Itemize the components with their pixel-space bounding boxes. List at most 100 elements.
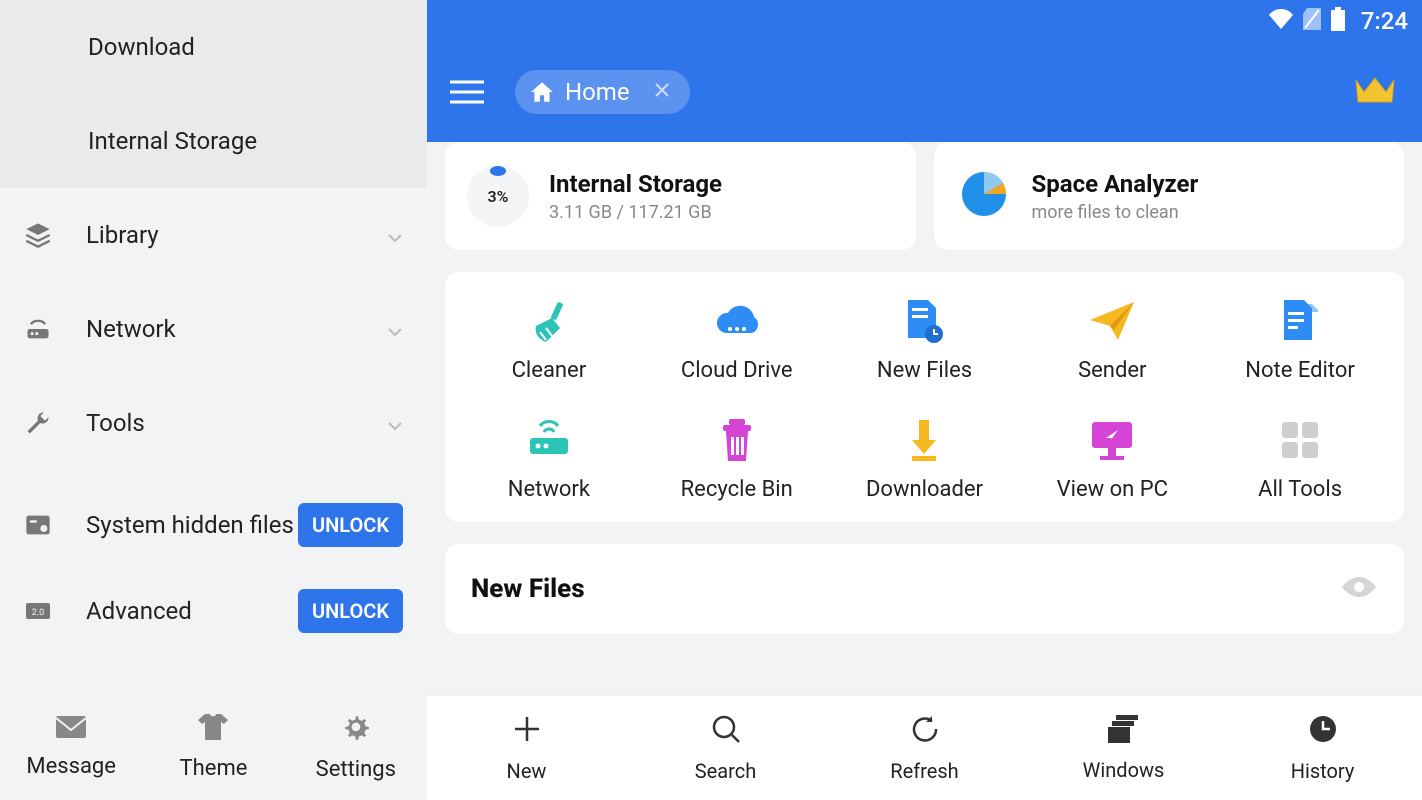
label: Search <box>695 759 756 783</box>
router-icon <box>524 417 574 463</box>
sidebar-item-internal-storage[interactable]: Internal Storage <box>0 94 427 188</box>
sidebar: Download Internal Storage Library Networ… <box>0 0 427 695</box>
sidebar-item-download[interactable]: Download <box>0 0 427 94</box>
tool-note-editor[interactable]: Note Editor <box>1206 298 1394 383</box>
sidebar-item-label: Tools <box>86 409 145 437</box>
unlock-button[interactable]: UNLOCK <box>298 589 403 633</box>
tool-label: All Tools <box>1258 477 1342 502</box>
pie-chart-icon <box>956 166 1012 226</box>
tool-label: View on PC <box>1057 477 1168 502</box>
sidebar-item-label: Network <box>86 315 176 343</box>
tool-label: New Files <box>877 358 972 383</box>
sidebar-item-library[interactable]: Library <box>0 188 427 282</box>
clock-icon <box>1308 714 1338 749</box>
premium-crown-icon[interactable] <box>1354 74 1396 110</box>
paper-plane-icon <box>1088 298 1136 344</box>
message-button[interactable]: Message <box>0 695 142 800</box>
sidebar-item-label: Download <box>88 33 195 61</box>
gear-icon <box>342 713 370 747</box>
tool-view-on-pc[interactable]: View on PC <box>1018 417 1206 502</box>
tool-cloud-drive[interactable]: Cloud Drive <box>643 298 831 383</box>
clock-text: 7:24 <box>1361 7 1408 35</box>
settings-button[interactable]: Settings <box>285 695 427 800</box>
tool-label: Downloader <box>866 477 983 502</box>
windows-button[interactable]: Windows <box>1024 696 1223 800</box>
label: New <box>507 759 547 783</box>
card-subtitle: more files to clean <box>1032 202 1199 223</box>
tools-card: Cleaner Cloud Drive New Files Sender <box>445 272 1404 522</box>
label: Message <box>26 754 116 779</box>
label: Windows <box>1083 758 1165 782</box>
wifi-icon <box>1269 9 1293 33</box>
tool-network[interactable]: Network <box>455 417 643 502</box>
svg-text:2.0: 2.0 <box>32 608 45 618</box>
space-analyzer-card[interactable]: Space Analyzer more files to clean <box>934 142 1405 250</box>
sidebar-item-hidden-files[interactable]: System hidden files UNLOCK <box>0 470 427 580</box>
battery-icon <box>1331 7 1345 35</box>
trash-icon <box>717 417 757 463</box>
new-button[interactable]: New <box>427 696 626 800</box>
history-button[interactable]: History <box>1223 696 1422 800</box>
windows-icon <box>1108 715 1140 748</box>
label: Refresh <box>890 759 958 783</box>
tool-sender[interactable]: Sender <box>1018 298 1206 383</box>
grid-icon <box>1280 417 1320 463</box>
sidebar-item-label: Advanced <box>86 595 298 627</box>
tool-downloader[interactable]: Downloader <box>831 417 1019 502</box>
tool-label: Sender <box>1078 358 1146 383</box>
file-clock-icon <box>902 298 946 344</box>
refresh-icon <box>910 714 940 749</box>
top-app-bar: Home <box>427 42 1422 142</box>
network-icon <box>24 315 86 343</box>
label: Theme <box>180 756 248 781</box>
envelope-icon <box>56 716 86 744</box>
hidden-files-icon <box>24 511 86 539</box>
wrench-icon <box>24 409 86 437</box>
download-icon <box>904 417 944 463</box>
cloud-icon <box>712 298 762 344</box>
tab-label: Home <box>565 78 630 106</box>
storage-percent: 3% <box>488 187 509 206</box>
tool-label: Cloud Drive <box>681 358 793 383</box>
tool-label: Recycle Bin <box>681 477 793 502</box>
tab-home[interactable]: Home <box>515 70 690 114</box>
broom-icon <box>526 298 572 344</box>
search-button[interactable]: Search <box>626 696 825 800</box>
unlock-button[interactable]: UNLOCK <box>298 503 403 547</box>
home-icon <box>529 79 555 105</box>
tool-label: Network <box>508 477 590 502</box>
internal-storage-card[interactable]: 3% Internal Storage 3.11 GB / 117.21 GB <box>445 142 916 250</box>
chevron-down-icon <box>387 409 403 437</box>
sidebar-bottom-bar: Message Theme Settings <box>0 695 427 800</box>
sidebar-item-tools[interactable]: Tools <box>0 376 427 470</box>
sidebar-item-label: System hidden files <box>86 509 298 541</box>
sidebar-item-advanced[interactable]: 2.0 Advanced UNLOCK <box>0 580 427 650</box>
tool-label: Cleaner <box>512 358 587 383</box>
storage-detail: 3.11 GB / 117.21 GB <box>549 202 722 223</box>
card-title: Space Analyzer <box>1032 170 1199 198</box>
note-icon <box>1278 298 1322 344</box>
new-files-section[interactable]: New Files <box>445 544 1404 634</box>
theme-button[interactable]: Theme <box>142 695 284 800</box>
search-icon <box>711 714 741 749</box>
tshirt-icon <box>198 714 228 746</box>
card-title: Internal Storage <box>549 170 722 198</box>
label: History <box>1291 759 1355 783</box>
section-title: New Files <box>471 574 585 604</box>
plus-icon <box>512 714 542 749</box>
tool-all-tools[interactable]: All Tools <box>1206 417 1394 502</box>
menu-button[interactable] <box>447 72 487 112</box>
tab-close-button[interactable] <box>654 82 670 103</box>
tool-new-files[interactable]: New Files <box>831 298 1019 383</box>
sidebar-item-network[interactable]: Network <box>0 282 427 376</box>
eye-icon[interactable] <box>1340 575 1378 603</box>
monitor-icon <box>1088 417 1136 463</box>
main-content: 3% Internal Storage 3.11 GB / 117.21 GB … <box>427 142 1422 695</box>
tool-label: Note Editor <box>1245 358 1355 383</box>
refresh-button[interactable]: Refresh <box>825 696 1024 800</box>
tool-recycle-bin[interactable]: Recycle Bin <box>643 417 831 502</box>
sim-icon <box>1303 8 1321 34</box>
tool-cleaner[interactable]: Cleaner <box>455 298 643 383</box>
chevron-down-icon <box>387 315 403 343</box>
storage-percent-gauge: 3% <box>467 165 529 227</box>
